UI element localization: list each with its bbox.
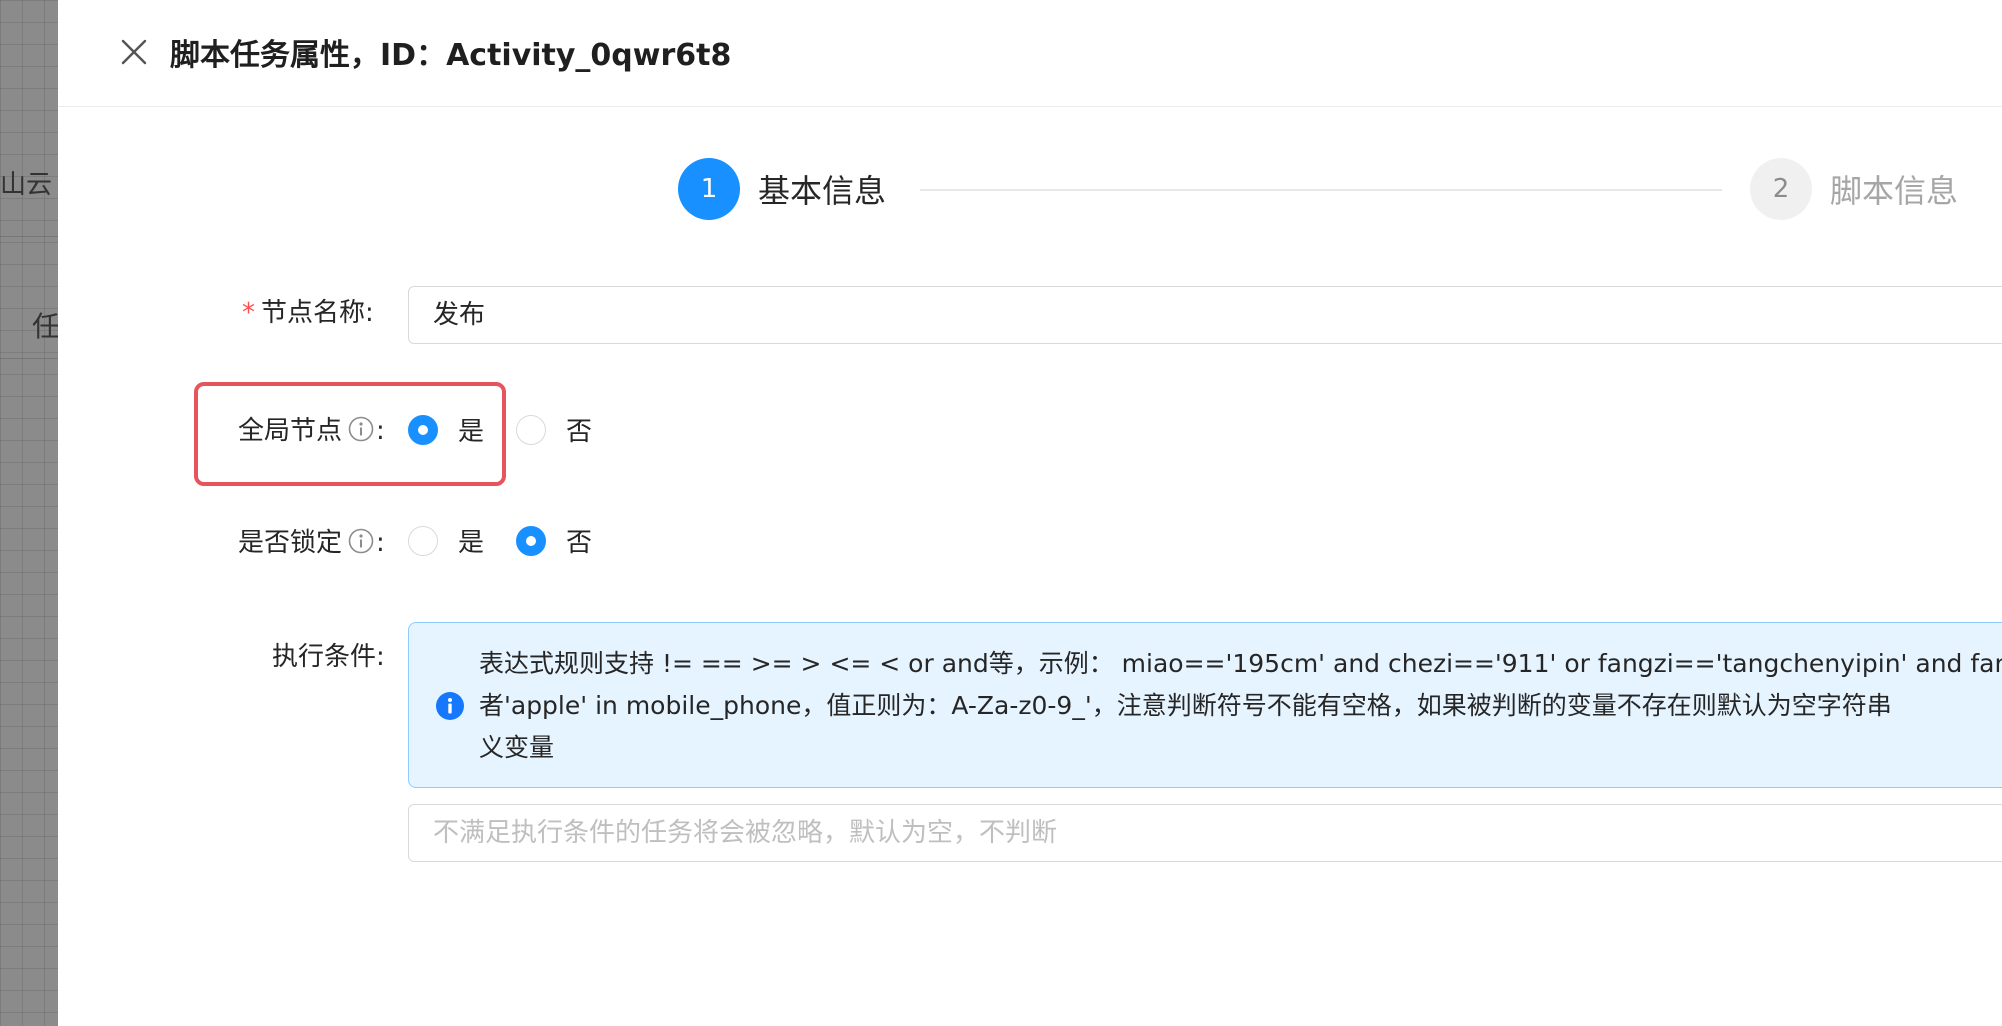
condition-help-text: 表达式规则支持 != == >= > <= < or and等，示例： miao… xyxy=(479,649,2002,762)
required-mark: * xyxy=(242,298,255,328)
background-page: 山云 任 xyxy=(0,0,58,1026)
step-connector xyxy=(920,189,1722,191)
global-node-yes-radio[interactable] xyxy=(408,415,438,445)
global-node-label: 全局节点 : xyxy=(238,416,385,446)
global-node-yes-label[interactable]: 是 xyxy=(458,411,484,448)
info-icon xyxy=(436,692,464,720)
background-text: 山云 xyxy=(0,170,53,200)
locked-yes-label[interactable]: 是 xyxy=(458,522,484,559)
step-1-title[interactable]: 基本信息 xyxy=(758,166,886,212)
locked-yes-radio[interactable] xyxy=(408,526,438,556)
global-node-no-label[interactable]: 否 xyxy=(566,411,592,448)
locked-label: 是否锁定 : xyxy=(238,528,385,558)
script-task-drawer: 脚本任务属性，ID：Activity_0qwr6t8 1 基本信息 2 脚本信息… xyxy=(58,0,2002,1026)
global-node-no-radio[interactable] xyxy=(516,415,546,445)
close-icon[interactable] xyxy=(116,34,152,70)
step-2-title[interactable]: 脚本信息 xyxy=(1830,166,1958,212)
step-2-indicator[interactable]: 2 xyxy=(1750,158,1812,220)
divider xyxy=(0,358,58,359)
locked-no-radio[interactable] xyxy=(516,526,546,556)
info-icon[interactable] xyxy=(348,416,374,442)
condition-info-alert: 表达式规则支持 != == >= > <= < or and等，示例： miao… xyxy=(408,622,2002,788)
node-name-input[interactable]: 发布 xyxy=(408,286,2002,344)
divider xyxy=(0,236,58,237)
node-name-label: * 节点名称: xyxy=(242,298,374,328)
drawer-title: 脚本任务属性，ID：Activity_0qwr6t8 xyxy=(170,38,732,73)
condition-input[interactable]: 不满足执行条件的任务将会被忽略，默认为空，不判断 xyxy=(408,804,2002,862)
condition-label: 执行条件: xyxy=(272,642,385,672)
background-text: 任 xyxy=(32,310,58,343)
step-1-indicator[interactable]: 1 xyxy=(678,158,740,220)
locked-no-label[interactable]: 否 xyxy=(566,522,592,559)
info-icon[interactable] xyxy=(348,528,374,554)
drawer-header: 脚本任务属性，ID：Activity_0qwr6t8 xyxy=(58,0,2002,107)
